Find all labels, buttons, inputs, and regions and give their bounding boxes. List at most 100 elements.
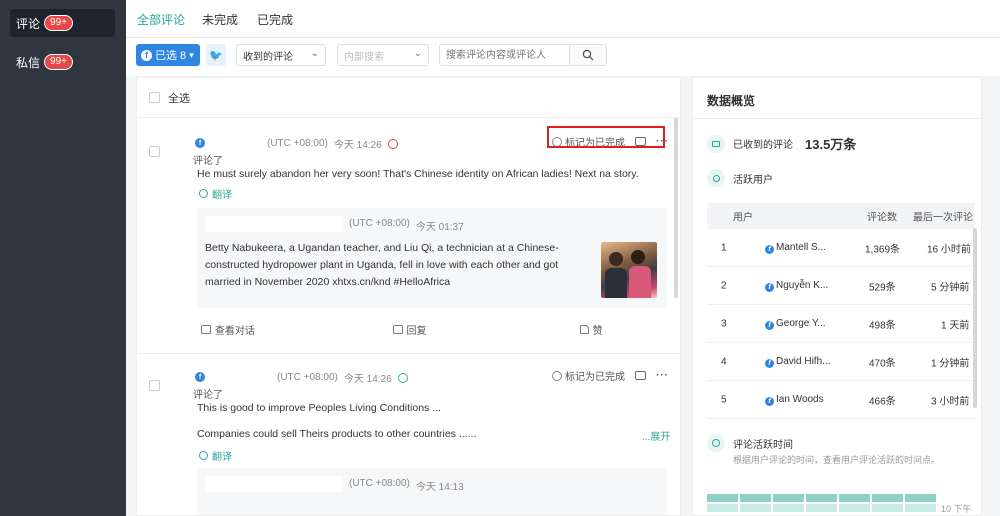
like-label: 赞	[592, 326, 603, 337]
comment-text: This is good to improve Peoples Living C…	[197, 402, 441, 414]
positive-sentiment-icon	[397, 372, 408, 383]
highlight-box	[547, 126, 665, 148]
user-icon	[707, 169, 725, 187]
comment-meta: (UTC +08:00) 今天 14:26	[277, 370, 408, 385]
filter-toolbar: f 已选 8 ▾ 🐦 收到的评论 ⌄ 内部搜索 ⌄	[126, 38, 1000, 76]
user-count: 466条	[869, 396, 896, 407]
quoted-post-image[interactable]	[601, 242, 657, 298]
comment-checkbox[interactable]	[149, 146, 160, 157]
translate-button[interactable]: 翻译	[199, 186, 232, 201]
reply-label: 回复	[406, 326, 427, 337]
twitter-icon: 🐦	[209, 49, 223, 62]
active-users-heading: 活跃用户	[707, 169, 773, 187]
quoted-author-placeholder	[205, 476, 343, 492]
comment-time: 今天 14:26	[343, 374, 392, 385]
thumbs-up-icon	[579, 325, 589, 334]
globe-icon	[199, 451, 208, 460]
sidebar-item-comments[interactable]: 评论 99+	[10, 9, 115, 37]
chevron-down-icon: ⌄	[310, 48, 319, 59]
translate-label: 翻译	[212, 452, 232, 463]
globe-icon	[199, 189, 208, 198]
activity-time-label: 评论活跃时间	[733, 439, 793, 451]
comment-icon	[707, 134, 725, 153]
table-header: 用户 评论数 最后一次评论	[707, 203, 975, 229]
reply-icon	[392, 325, 403, 334]
account-select-button[interactable]: f 已选 8 ▾	[136, 44, 200, 66]
user-rank: 4	[721, 356, 727, 367]
tab-all-comments[interactable]: 全部评论	[137, 11, 186, 40]
select-all-label: 全选	[168, 92, 190, 105]
comment-type-select[interactable]: 收到的评论 ⌄	[236, 44, 326, 66]
active-users-table: 用户 评论数 最后一次评论 1 f Mantell S... 1,369条 16 …	[707, 203, 975, 419]
search-button[interactable]	[569, 44, 607, 66]
tab-completed[interactable]: 已完成	[257, 11, 293, 28]
mark-done-button[interactable]: 标记为已完成	[552, 368, 625, 383]
sidebar-item-messages[interactable]: 私信 99+	[10, 48, 115, 76]
table-row[interactable]: 1 f Mantell S... 1,369条 16 小时前	[707, 229, 975, 267]
clock-icon	[707, 434, 725, 452]
quoted-post[interactable]: (UTC +08:00) 今天 01:37 Betty Nabukeera, a…	[197, 208, 667, 308]
column-last: 最后一次评论	[913, 212, 973, 224]
overview-panel: 数据概览 已收到的评论 13.5万条 活跃用户 用户 评论数 最后一次评论 1 …	[692, 77, 982, 516]
user-rank: 5	[721, 394, 727, 405]
received-comments-stat: 已收到的评论 13.5万条	[707, 134, 856, 153]
comment-action: 评论了	[193, 156, 223, 167]
quoted-meta: (UTC +08:00) 今天 14:13	[349, 478, 464, 493]
sidebar: 评论 99+ 私信 99+	[0, 0, 126, 516]
quoted-timezone: (UTC +08:00)	[349, 478, 410, 489]
user-rank: 2	[721, 280, 727, 291]
user-name: f David Hifh...	[765, 356, 830, 368]
translate-button[interactable]: 翻译	[199, 448, 232, 463]
quoted-post[interactable]: (UTC +08:00) 今天 14:13	[197, 468, 667, 515]
expand-link[interactable]: ...展开	[642, 428, 670, 443]
comment-checkbox[interactable]	[149, 380, 160, 391]
overview-scrollbar[interactable]	[973, 228, 977, 408]
reply-button[interactable]: 回复	[319, 322, 501, 337]
heatmap-label: 10 下午	[941, 504, 972, 514]
tab-incomplete[interactable]: 未完成	[202, 11, 238, 28]
like-button[interactable]: 赞	[500, 322, 680, 337]
comment-text: He must surely abandon her very soon! Th…	[197, 168, 639, 180]
comments-panel: 全选 f (UTC +08:00) 今天 14:26 评论了 标记为已完成 ··…	[136, 77, 681, 516]
quoted-time: 今天 14:13	[415, 482, 464, 493]
user-count: 470条	[869, 358, 896, 369]
chevron-down-icon: ⌄	[413, 48, 422, 59]
table-row[interactable]: 5 f Ian Woods 466条 3 小时前	[707, 381, 975, 419]
search-input[interactable]	[439, 44, 569, 66]
unread-badge: 99+	[44, 15, 73, 31]
facebook-icon: f	[141, 49, 152, 61]
search-icon	[582, 49, 594, 61]
facebook-icon: f	[765, 396, 774, 406]
table-row[interactable]: 4 f David Hifh... 470条 1 分钟前	[707, 343, 975, 381]
overview-title: 数据概览	[707, 94, 756, 108]
comment-actions: 标记为已完成 ···	[552, 368, 669, 383]
active-users-label: 活跃用户	[733, 174, 773, 186]
activity-time-heading: 评论活跃时间	[707, 434, 793, 452]
user-last: 1 天前	[941, 320, 970, 331]
user-count: 1,369条	[865, 244, 901, 255]
internal-search-select[interactable]: 内部搜索 ⌄	[337, 44, 429, 66]
column-count: 评论数	[867, 212, 897, 224]
selected-count-label: 已选 8	[155, 50, 187, 62]
divider	[693, 118, 981, 119]
table-row[interactable]: 3 f George Y... 498条 1 天前	[707, 305, 975, 343]
reply-icon[interactable]	[635, 371, 646, 380]
more-icon[interactable]: ···	[656, 370, 669, 381]
user-rank: 1	[721, 242, 727, 253]
view-conversation-button[interactable]: 查看对话	[137, 322, 319, 337]
twitter-filter-button[interactable]: 🐦	[206, 44, 226, 66]
view-conversation-label: 查看对话	[214, 326, 255, 337]
comment-meta: (UTC +08:00) 今天 14:26	[267, 136, 398, 151]
user-last: 3 小时前	[931, 396, 970, 407]
mark-done-label: 标记为已完成	[565, 372, 625, 383]
table-row[interactable]: 2 f Nguyễn K... 529条 5 分钟前	[707, 267, 975, 305]
conversation-icon	[200, 325, 211, 334]
quoted-author-placeholder	[205, 216, 343, 232]
quoted-meta: (UTC +08:00) 今天 01:37	[349, 218, 464, 233]
select-all-checkbox[interactable]	[149, 92, 160, 103]
user-last: 5 分钟前	[931, 282, 970, 293]
user-rank: 3	[721, 318, 727, 329]
user-name: f Mantell S...	[765, 242, 826, 254]
facebook-icon: f	[765, 320, 774, 330]
comment-footer: 查看对话 回复 赞	[137, 322, 680, 337]
